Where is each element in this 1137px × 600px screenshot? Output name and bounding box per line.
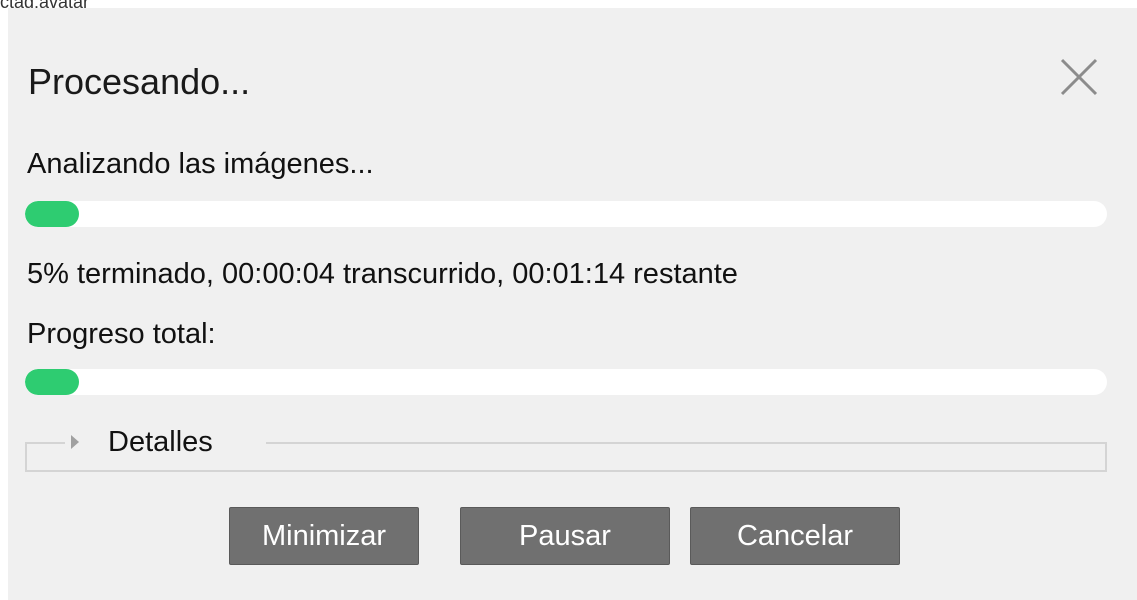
dialog-title: Procesando... [28, 61, 251, 102]
total-progress-fill [25, 369, 80, 395]
details-label: Detalles [108, 426, 213, 458]
expand-triangle-icon [70, 434, 80, 450]
details-divider-right [266, 442, 1105, 444]
status-text: Analizando las imágenes... [27, 148, 374, 180]
details-toggle[interactable]: Detalles [70, 422, 221, 462]
current-progress-fill [25, 201, 80, 227]
pause-button[interactable]: Pausar [460, 507, 670, 565]
close-button[interactable] [1054, 52, 1104, 102]
current-progress-bar [25, 201, 1107, 227]
minimize-button[interactable]: Minimizar [229, 507, 419, 565]
cancel-button[interactable]: Cancelar [690, 507, 900, 565]
total-progress-label: Progreso total: [27, 318, 216, 350]
total-progress-bar [25, 369, 1107, 395]
details-divider-left [25, 442, 65, 444]
close-icon [1060, 58, 1098, 96]
elapsed-text: 5% terminado, 00:00:04 transcurrido, 00:… [27, 258, 738, 290]
